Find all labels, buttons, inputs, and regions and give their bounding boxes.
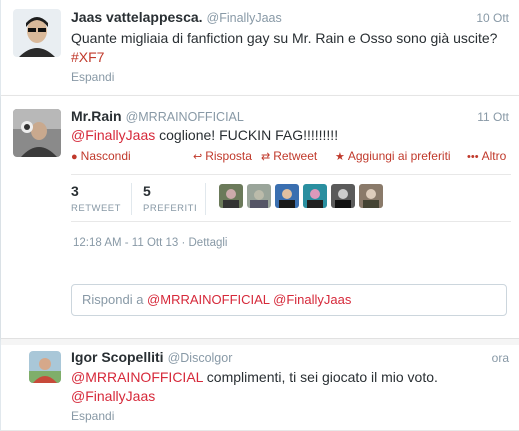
retweet-count-value: 3 [71, 183, 79, 199]
tweet-text: @FinallyJaas coglione! FUCKIN FAG!!!!!!!… [71, 126, 513, 145]
hashtag-link[interactable]: #XF7 [71, 49, 104, 65]
tweet-item-expanded[interactable]: Mr.Rain @MRRAINOFFICIAL 11 Ott @FinallyJa… [1, 96, 519, 339]
stats-divider [131, 183, 132, 215]
tweet-text-body: coglione! FUCKIN FAG!!!!!!!!! [155, 127, 339, 143]
avatar[interactable] [13, 109, 61, 157]
reply-input[interactable]: Rispondi a @MRRAINOFFICIAL @FinallyJaas [71, 284, 507, 316]
reply-icon: ↩ [193, 151, 203, 163]
tweet-stats: 3 RETWEET 5 PREFERITI [71, 174, 511, 222]
author-display-name[interactable]: Igor Scopelliti [71, 349, 164, 365]
tweet-text: Quante migliaia di fanfiction gay su Mr.… [71, 29, 513, 67]
author-display-name[interactable]: Mr.Rain [71, 108, 122, 124]
author-name[interactable]: Jaas vattelappesca. @FinallyJaas [71, 9, 282, 25]
avatar[interactable] [29, 351, 61, 383]
tweet-text: @MRRAINOFFICIAL complimenti, ti sei gioc… [71, 368, 513, 406]
tweet-stream: Jaas vattelappesca. @FinallyJaas 10 Ott Q… [0, 0, 519, 431]
tweet-item[interactable]: Igor Scopelliti @Discolgor ora @MRRAINOFF… [1, 339, 519, 431]
more-button[interactable]: ••• Altro [467, 149, 506, 163]
author-handle[interactable]: @MRRAINOFFICIAL [126, 110, 244, 124]
tweet-text-line: Quante migliaia di fanfiction gay su Mr.… [71, 30, 498, 46]
favoriter-avatar[interactable] [219, 184, 243, 208]
favoriter-avatar[interactable] [247, 184, 271, 208]
retweet-count[interactable]: 3 RETWEET [71, 183, 121, 214]
expand-link[interactable]: Espandi [71, 409, 114, 423]
expand-link[interactable]: Espandi [71, 70, 114, 84]
mention-link[interactable]: @FinallyJaas [71, 388, 155, 404]
reply-prefix: Rispondi a [82, 292, 148, 307]
tweet-text-body: complimenti, ti sei giocato il mio voto. [202, 369, 438, 385]
tweet-date[interactable]: 10 Ott [476, 11, 509, 25]
reply-label: Risposta [205, 149, 252, 163]
reply-mentions: @MRRAINOFFICIAL @FinallyJaas [147, 292, 352, 307]
favorite-count-value: 5 [143, 183, 151, 199]
mention-link[interactable]: @MRRAINOFFICIAL [71, 369, 203, 385]
details-link[interactable]: Dettagli [189, 237, 228, 249]
favoriter-avatar[interactable] [331, 184, 355, 208]
favorite-button[interactable]: ★ Aggiungi ai preferiti [335, 149, 451, 163]
tweet-actions: ● Nascondi ↩ Risposta ⇄ Retweet ★ Aggiungi a… [71, 149, 511, 165]
tweet-timestamp[interactable]: 12:18 AM - 11 Ott 13 [73, 237, 178, 249]
retweet-icon: ⇄ [261, 151, 271, 163]
hide-button[interactable]: ● Nascondi [71, 149, 131, 163]
retweet-button[interactable]: ⇄ Retweet [261, 149, 317, 163]
author-name[interactable]: Mr.Rain @MRRAINOFFICIAL [71, 108, 244, 124]
meta-separator: · [178, 237, 189, 249]
author-handle[interactable]: @Discolgor [168, 351, 233, 365]
favoriter-avatar[interactable] [303, 184, 327, 208]
author-name[interactable]: Igor Scopelliti @Discolgor [71, 349, 232, 365]
favorite-label: Aggiungi ai preferiti [347, 149, 451, 163]
favoriter-avatar[interactable] [275, 184, 299, 208]
avatar[interactable] [13, 9, 61, 57]
retweet-label: Retweet [273, 149, 318, 163]
author-handle[interactable]: @FinallyJaas [207, 11, 282, 25]
favorite-count-label: PREFERITI [143, 203, 198, 214]
more-dots-icon: ••• [467, 151, 479, 163]
more-label: Altro [481, 149, 507, 163]
hide-label: Nascondi [80, 149, 131, 163]
tweet-meta: 12:18 AM - 11 Ott 13 · Dettagli [73, 237, 228, 249]
mention-link[interactable]: @FinallyJaas [71, 127, 155, 143]
stats-divider [205, 183, 206, 215]
author-display-name[interactable]: Jaas vattelappesca. [71, 9, 203, 25]
speech-bubble-icon: ● [71, 151, 78, 163]
tweet-date[interactable]: ora [492, 351, 509, 365]
reply-button[interactable]: ↩ Risposta [193, 149, 252, 163]
retweet-count-label: RETWEET [71, 203, 121, 214]
star-icon: ★ [335, 151, 345, 163]
tweet-date[interactable]: 11 Ott [477, 110, 509, 124]
favorite-count[interactable]: 5 PREFERITI [143, 183, 197, 214]
tweet-item[interactable]: Jaas vattelappesca. @FinallyJaas 10 Ott Q… [1, 0, 519, 96]
favoriter-avatar[interactable] [359, 184, 383, 208]
